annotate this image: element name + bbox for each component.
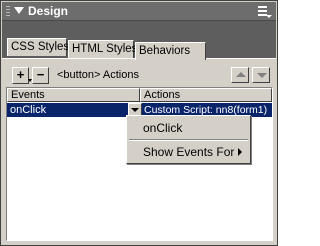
tab-html-styles[interactable]: HTML Styles <box>68 40 137 58</box>
column-header-events[interactable]: Events <box>7 88 140 102</box>
panel-options-menu-icon[interactable] <box>258 6 272 18</box>
tab-behaviors[interactable]: Behaviors <box>135 42 206 60</box>
menu-item-show-events-for[interactable]: Show Events For <box>127 142 250 162</box>
down-arrow-icon <box>257 73 267 78</box>
menu-item-label: Show Events For <box>143 145 235 159</box>
column-header-actions[interactable]: Actions <box>140 88 272 102</box>
move-up-button[interactable] <box>231 67 249 83</box>
add-behavior-button[interactable]: + <box>12 67 29 84</box>
submenu-arrow-icon <box>238 148 242 156</box>
event-dropdown-menu: onClick Show Events For <box>126 115 251 164</box>
collapse-arrow-icon[interactable] <box>14 7 24 14</box>
remove-behavior-button[interactable]: − <box>32 67 49 84</box>
tab-strip: CSS Styles HTML Styles Behaviors <box>2 21 276 60</box>
behaviors-table: Events Actions onClick Custom Script: nn… <box>6 87 273 241</box>
drag-grip-icon[interactable] <box>6 6 10 17</box>
design-panel: Design CSS Styles HTML Styles Behaviors … <box>0 0 278 246</box>
chevron-down-icon <box>131 108 139 112</box>
plus-icon: + <box>16 67 25 82</box>
menu-separator <box>129 139 248 141</box>
minus-icon: − <box>36 67 45 82</box>
panel-titlebar[interactable]: Design <box>2 2 276 21</box>
panel-title: Design <box>28 4 69 18</box>
event-cell[interactable]: onClick <box>10 104 46 116</box>
tab-css-styles[interactable]: CSS Styles <box>7 38 69 56</box>
move-down-button[interactable] <box>252 67 270 83</box>
menu-item-onclick[interactable]: onClick <box>127 118 250 138</box>
up-arrow-icon <box>236 72 246 77</box>
tag-selector-label: <button> Actions <box>57 69 139 81</box>
behaviors-toolbar: + − <button> Actions <box>2 58 276 86</box>
